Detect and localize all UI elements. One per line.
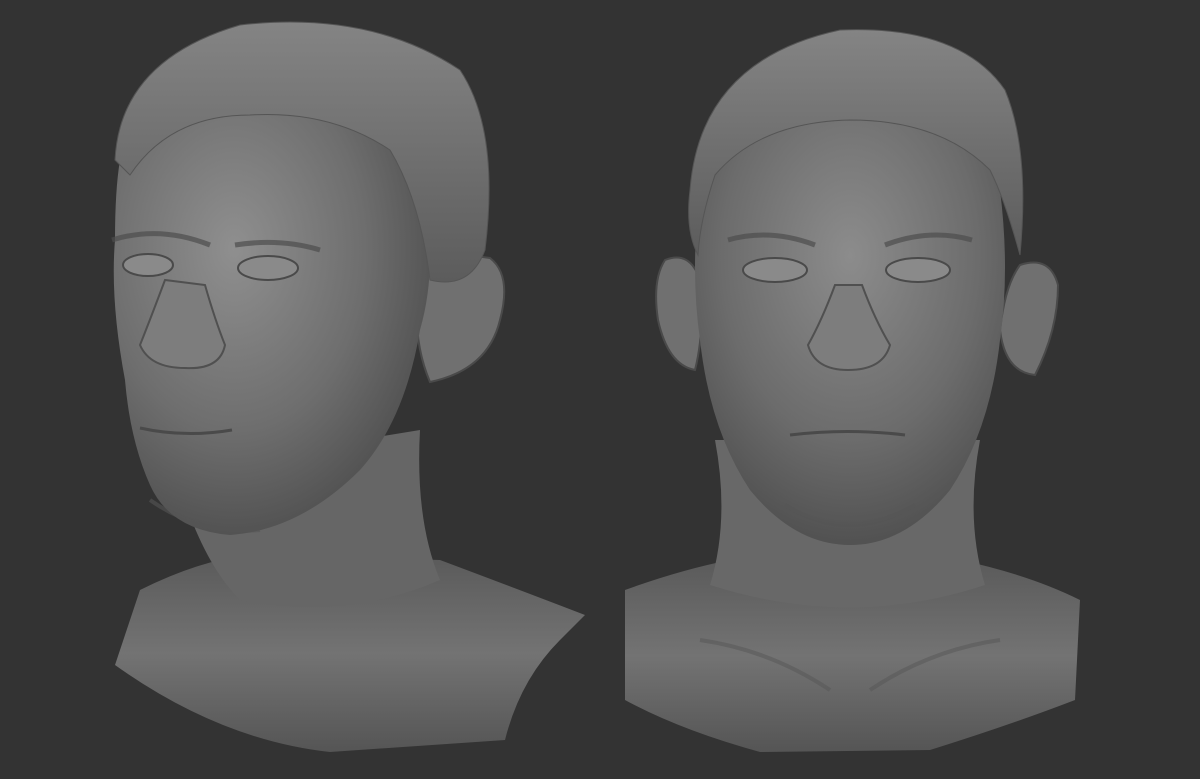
right-bust-eye-right [742, 257, 808, 283]
left-bust-eye-right [122, 253, 174, 277]
sculpt-render [111, 21, 1080, 752]
sculpt-three-quarter-view [111, 21, 585, 752]
left-bust-eye-left [237, 255, 299, 281]
render-viewport [0, 0, 1200, 779]
sculpt-front-view [625, 29, 1080, 752]
right-bust-ear-left [655, 256, 703, 372]
right-bust-eye-left [885, 257, 951, 283]
right-bust-ear-right [998, 261, 1060, 377]
